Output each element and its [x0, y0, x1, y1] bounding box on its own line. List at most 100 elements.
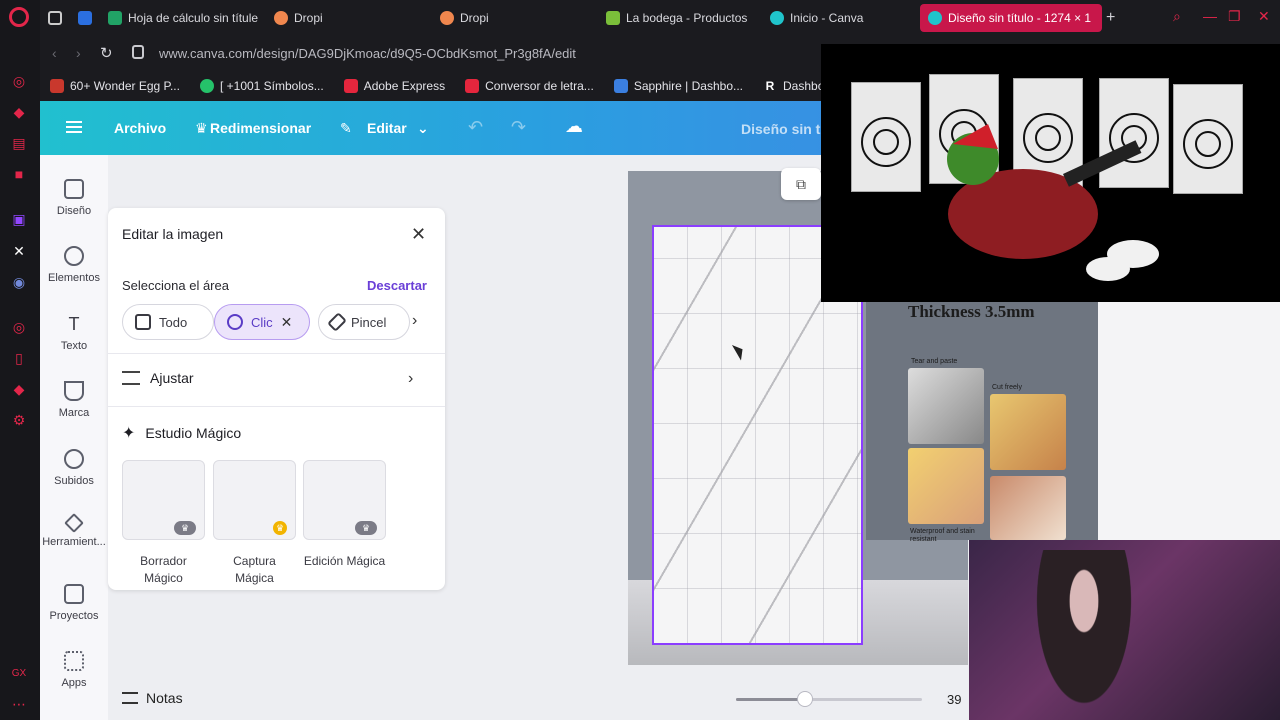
lock-icon[interactable]	[132, 45, 144, 59]
magic-edit-card[interactable]: ♛	[303, 460, 386, 540]
back-icon[interactable]: ‹	[52, 45, 57, 61]
bookmark-3[interactable]: Conversor de letra...	[465, 79, 594, 93]
select-area-label: Selecciona el área	[122, 278, 229, 293]
twitch-icon[interactable]: ▣	[11, 211, 27, 227]
chevron-right-icon[interactable]: ›	[412, 312, 417, 330]
adjust-label: Ajustar	[150, 370, 194, 386]
sidebar-item-elements[interactable]: Elementos	[40, 246, 108, 284]
sidebar-item-projects[interactable]: Proyectos	[40, 584, 108, 622]
redo-icon[interactable]: ↷	[511, 117, 526, 138]
divider	[108, 353, 445, 354]
forward-icon[interactable]: ›	[76, 45, 81, 61]
close-window-icon[interactable]: ✕	[1258, 8, 1270, 25]
page-icon[interactable]: ▯	[11, 350, 27, 366]
sliders-icon	[122, 371, 140, 385]
reload-icon[interactable]: ↻	[100, 44, 113, 62]
file-menu-button[interactable]: Archivo	[114, 120, 166, 136]
bookmark-4[interactable]: Sapphire | Dashbo...	[613, 79, 743, 93]
settings-icon[interactable]: ⚙	[11, 412, 27, 428]
maximize-icon[interactable]: ❐	[1228, 8, 1241, 25]
player-icon[interactable]: ◎	[11, 319, 27, 335]
sidebar-item-brand[interactable]: Marca	[40, 381, 108, 419]
remove-chip-icon[interactable]: ✕	[281, 314, 293, 331]
duplicate-page-button[interactable]: ⧉	[781, 168, 821, 200]
brand-icon	[64, 381, 84, 401]
chip-click[interactable]: Clic ✕	[214, 304, 310, 340]
browser-side-rail: ◎ ◆ ▤ ■ ▣ ✕ ◉ ◎ ▯ ◆ ⚙ GX ⋯	[0, 0, 40, 720]
sidebar-label: Apps	[61, 677, 87, 689]
discord-icon[interactable]: ◉	[11, 274, 27, 290]
magic-tool-label: Borrador Mágico	[140, 554, 187, 585]
sapphire-icon	[613, 79, 628, 93]
brush-icon	[327, 312, 347, 332]
grinch-character-image	[947, 124, 1159, 281]
cloud-save-icon[interactable]: ☁	[565, 116, 583, 137]
menu-icon[interactable]	[66, 121, 82, 133]
shapes-icon	[64, 246, 84, 266]
sidebar-label: Marca	[58, 407, 90, 419]
pinned-tab[interactable]	[70, 4, 100, 32]
aria-icon[interactable]: ◎	[11, 73, 27, 89]
gx-icon[interactable]: GX	[11, 666, 27, 682]
apps-icon	[64, 651, 84, 671]
design-title[interactable]: Diseño sin tí	[741, 121, 824, 137]
undo-icon[interactable]: ↶	[468, 117, 483, 138]
edit-image-panel: Editar la imagen ✕ Selecciona el área De…	[108, 208, 445, 590]
resize-button[interactable]: Redimensionar	[210, 120, 311, 136]
bookmark-0[interactable]: 60+ Wonder Egg P...	[50, 79, 180, 93]
close-icon[interactable]: ✕	[411, 224, 426, 245]
magic-grab-card[interactable]: ♛	[213, 460, 296, 540]
tab-3[interactable]: La bodega - Productos	[598, 4, 762, 32]
tab-switcher[interactable]	[40, 4, 70, 32]
sidebar-label: Diseño	[56, 205, 92, 217]
sidebar-item-apps[interactable]: Apps	[40, 651, 108, 689]
zoom-value[interactable]: 39	[947, 692, 961, 707]
bookmark-icon	[465, 79, 480, 93]
news-icon[interactable]: ▤	[11, 135, 27, 151]
sidebar-label: Elementos	[48, 272, 100, 284]
sidebar-item-design[interactable]: Diseño	[40, 179, 108, 217]
tab-1[interactable]: Dropi	[266, 4, 432, 32]
sidebar-item-tools[interactable]: Herramient...	[40, 513, 108, 548]
photo	[990, 476, 1066, 540]
diamond-icon[interactable]: ◆	[11, 104, 27, 120]
discard-button[interactable]: Descartar	[367, 278, 427, 293]
notes-button[interactable]: Notas	[122, 690, 183, 706]
zoom-handle[interactable]	[796, 691, 813, 707]
more-icon[interactable]: ⋯	[11, 696, 27, 712]
bag-icon[interactable]: ■	[11, 166, 27, 182]
chevron-right-icon[interactable]: ›	[408, 370, 413, 388]
tab-4[interactable]: Inicio - Canva	[762, 4, 920, 32]
cloud-upload-icon	[64, 449, 84, 469]
sidebar-item-text[interactable]: T Texto	[40, 314, 108, 352]
sidebar-item-uploads[interactable]: Subidos	[40, 449, 108, 487]
zoom-slider[interactable]	[736, 691, 922, 707]
sidebar-label: Proyectos	[49, 610, 99, 622]
magic-eraser-card[interactable]: ♛	[122, 460, 205, 540]
search-tabs-icon[interactable]: ⌕	[1173, 8, 1181, 25]
sidebar-label: Herramient...	[42, 536, 106, 548]
url-field[interactable]: www.canva.com/design/DAG9DjKmoac/d9Q5-OC…	[159, 46, 576, 61]
chip-brush[interactable]: Pincel	[318, 304, 410, 340]
new-tab-button[interactable]: +	[1106, 9, 1115, 27]
object-panel-sidebar: Diseño Elementos T Texto Marca Subidos He…	[40, 155, 108, 720]
bookmark-2[interactable]: Adobe Express	[343, 79, 445, 93]
adobe-icon	[343, 79, 358, 93]
x-icon[interactable]: ✕	[11, 243, 27, 259]
diamond-icon-2[interactable]: ◆	[11, 381, 27, 397]
bookmark-1[interactable]: [ +1001 Símbolos...	[199, 79, 324, 93]
tab-0[interactable]: Hoja de cálculo sin títule	[100, 4, 266, 32]
target-ring	[1195, 131, 1221, 158]
minimize-icon[interactable]: —	[1203, 8, 1217, 24]
chevron-down-icon[interactable]: ⌄	[417, 120, 429, 137]
r-icon: R	[765, 79, 775, 93]
tab-5-active[interactable]: Diseño sin título - 1274 × 1	[920, 3, 1102, 32]
adjust-row[interactable]: Ajustar	[122, 370, 194, 386]
edit-mode-button[interactable]: Editar	[367, 120, 407, 136]
bookmark-label: 60+ Wonder Egg P...	[70, 79, 180, 93]
chip-label: Clic	[251, 314, 273, 330]
chip-all[interactable]: Todo	[122, 304, 214, 340]
tab-2[interactable]: Dropi	[432, 4, 598, 32]
opera-logo-icon[interactable]	[9, 7, 29, 27]
thickness-label: Thickness 3.5mm	[908, 302, 1035, 321]
